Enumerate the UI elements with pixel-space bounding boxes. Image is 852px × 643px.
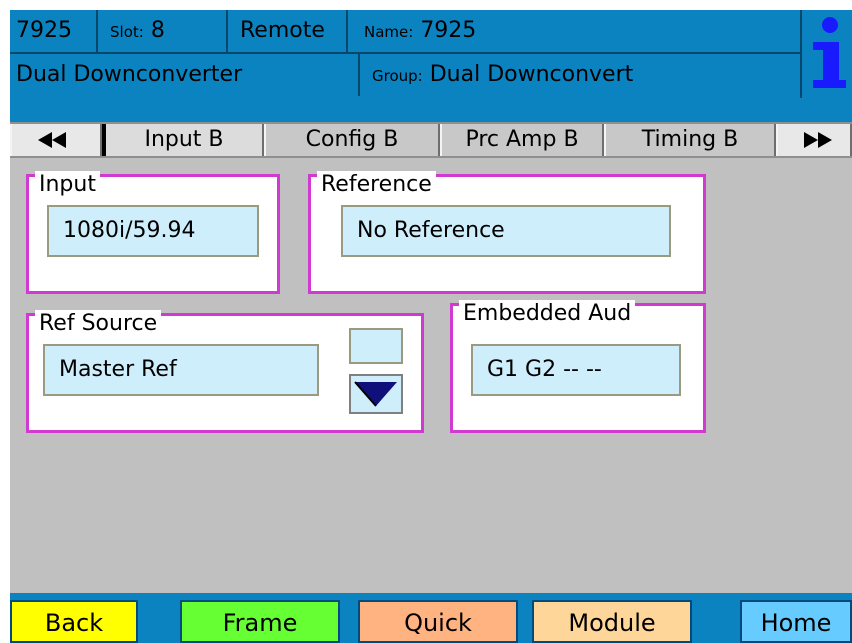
mode-cell: Remote: [230, 10, 348, 52]
device-screen: 7925 Slot: 8 Remote Name: 7925 Dual Down…: [10, 10, 852, 643]
embedded-aud-panel: Embedded Aud G1 G2 -- --: [450, 300, 706, 433]
tab-next-button[interactable]: [776, 124, 852, 156]
triangle-down-icon: [354, 381, 397, 407]
double-left-arrow-icon: [38, 132, 66, 148]
group-value: Dual Downconvert: [429, 62, 634, 87]
info-icon: [813, 17, 846, 88]
back-button[interactable]: Back: [10, 600, 138, 643]
home-button[interactable]: Home: [740, 600, 852, 643]
model-cell: 7925: [10, 10, 98, 52]
input-panel-label: Input: [35, 171, 100, 199]
tab-input-b[interactable]: Input B: [102, 124, 264, 156]
input-format-field: 1080i/59.94: [47, 205, 259, 257]
tab-bar: Input B Config B Prc Amp B Timing B: [10, 122, 852, 158]
reference-panel: Reference No Reference: [308, 171, 706, 294]
mode-label: Remote: [240, 18, 325, 43]
quick-button[interactable]: Quick: [358, 600, 518, 643]
tab-prev-button[interactable]: [10, 124, 102, 156]
header-spacer: [10, 96, 852, 122]
info-button[interactable]: [800, 10, 852, 98]
description-cell: Dual Downconverter: [10, 54, 360, 96]
ref-source-panel-label: Ref Source: [35, 310, 162, 338]
ref-source-field[interactable]: Master Ref: [43, 344, 319, 396]
reference-panel-label: Reference: [317, 171, 436, 199]
header-row-1: 7925 Slot: 8 Remote Name: 7925: [10, 10, 852, 52]
group-label: Group:: [372, 67, 423, 85]
name-cell: Name: 7925: [350, 10, 800, 52]
model-label: 7925: [16, 18, 72, 43]
description-label: Dual Downconverter: [16, 62, 243, 87]
tab-config-b[interactable]: Config B: [264, 124, 440, 156]
ref-source-panel: Ref Source Master Ref: [26, 310, 424, 433]
slot-cell: Slot: 8: [100, 10, 228, 52]
tab-timing-b[interactable]: Timing B: [604, 124, 776, 156]
name-label: Name:: [364, 23, 414, 41]
name-value: 7925: [420, 18, 477, 43]
ref-source-indicator: [349, 328, 403, 364]
bottom-button-bar: Back Frame Quick Module Home: [10, 593, 852, 643]
input-panel: Input 1080i/59.94: [26, 171, 280, 294]
tab-prc-amp-b[interactable]: Prc Amp B: [440, 124, 604, 156]
ref-source-dropdown-button[interactable]: [349, 374, 403, 414]
double-right-arrow-icon: [804, 132, 832, 148]
embedded-aud-panel-label: Embedded Aud: [459, 300, 636, 328]
group-cell: Group: Dual Downconvert: [362, 54, 800, 96]
slot-value: 8: [150, 18, 165, 43]
header-row-2: Dual Downconverter Group: Dual Downconve…: [10, 54, 852, 96]
module-button[interactable]: Module: [532, 600, 692, 643]
frame-button[interactable]: Frame: [180, 600, 340, 643]
reference-status-field: No Reference: [341, 205, 671, 257]
embedded-aud-field: G1 G2 -- --: [471, 344, 681, 396]
slot-label: Slot:: [110, 23, 144, 41]
